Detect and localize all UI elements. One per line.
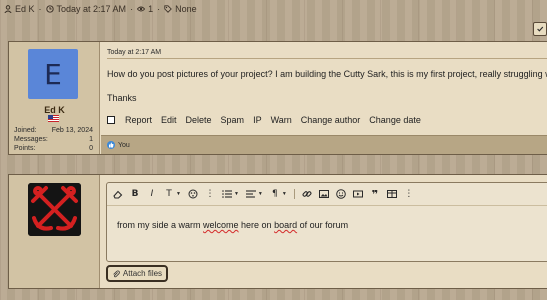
user-stats: Joined: Feb 13, 2024 Messages: 1 Points: 0 <box>14 126 93 153</box>
report-link[interactable]: Report <box>125 115 152 125</box>
avatar[interactable]: E <box>28 49 78 99</box>
text-color-icon[interactable] <box>188 189 198 199</box>
meta-date[interactable]: Today at 2:17 AM <box>57 4 127 14</box>
meta-views: 1 <box>148 4 154 14</box>
bold-icon[interactable]: B <box>130 189 140 199</box>
list-icon[interactable] <box>222 189 232 199</box>
spam-link[interactable]: Spam <box>221 115 245 125</box>
image-icon[interactable] <box>318 189 329 199</box>
avatar[interactable] <box>28 183 81 236</box>
attach-files-label: Attach files <box>122 269 163 278</box>
post-body: How do you post pictures of your project… <box>107 69 547 79</box>
user-icon <box>4 5 12 13</box>
clock-icon <box>45 5 54 13</box>
chevron-down-icon[interactable]: ▼ <box>234 191 239 197</box>
eye-icon <box>137 6 146 12</box>
stat-joined: Joined: Feb 13, 2024 <box>14 127 93 134</box>
editor-toolbar: B I T ▼ ⋮ ▼ ▼ ¶ ▼ ❞ ⋮ <box>107 183 547 206</box>
like-icon <box>107 141 115 149</box>
media-icon[interactable] <box>352 189 363 199</box>
thread-meta: Ed K · Today at 2:17 AM · 1 · None <box>4 3 197 15</box>
divider <box>107 58 547 59</box>
attach-files-button[interactable]: Attach files <box>106 265 168 282</box>
reply-content: B I T ▼ ⋮ ▼ ▼ ¶ ▼ ❞ ⋮ from my side a war… <box>101 175 547 288</box>
toolbar-divider <box>293 189 295 199</box>
us-flag-icon <box>48 115 59 122</box>
reaction-list[interactable]: You <box>118 142 130 149</box>
paragraph-icon[interactable]: ¶ <box>270 189 280 199</box>
quick-reply: B I T ▼ ⋮ ▼ ▼ ¶ ▼ ❞ ⋮ from my side a war… <box>8 174 547 289</box>
username[interactable]: Ed K <box>9 105 100 115</box>
meta-separator: · <box>38 4 42 14</box>
more-options-icon[interactable]: ⋮ <box>205 189 215 199</box>
stat-messages: Messages: 1 <box>14 136 93 143</box>
reply-editor[interactable]: B I T ▼ ⋮ ▼ ▼ ¶ ▼ ❞ ⋮ from my side a war… <box>106 182 547 262</box>
more-options-icon[interactable]: ⋮ <box>404 189 414 199</box>
align-icon[interactable] <box>245 189 256 199</box>
delete-link[interactable]: Delete <box>186 115 212 125</box>
chevron-down-icon[interactable]: ▼ <box>176 191 181 197</box>
draft-text: here on <box>238 220 275 230</box>
paperclip-icon <box>113 269 120 277</box>
reactions-bar: You <box>101 135 547 154</box>
chevron-down-icon[interactable]: ▼ <box>282 191 287 197</box>
post-content: Today at 2:17 AM How do you post picture… <box>101 42 547 154</box>
ip-link[interactable]: IP <box>253 115 262 125</box>
stat-points: Points: 0 <box>14 145 93 152</box>
editor-content[interactable]: from my side a warm welcome here on boar… <box>117 220 348 230</box>
post-actions: Report Edit Delete Spam IP Warn Change a… <box>107 115 421 125</box>
warn-link[interactable]: Warn <box>271 115 292 125</box>
table-icon[interactable] <box>386 189 397 199</box>
spellcheck-word[interactable]: board <box>274 220 297 230</box>
meta-author[interactable]: Ed K <box>15 4 35 14</box>
tag-icon <box>164 5 172 13</box>
text-size-icon[interactable]: T <box>164 189 174 199</box>
reply-user-info <box>9 175 100 288</box>
emoji-icon[interactable] <box>336 189 346 199</box>
italic-icon[interactable]: I <box>147 189 157 199</box>
draft-text: from my side a warm <box>117 220 204 230</box>
check-icon <box>537 26 544 32</box>
select-thread-button[interactable] <box>533 22 547 36</box>
change-author-link[interactable]: Change author <box>301 115 361 125</box>
post-signoff: Thanks <box>107 93 137 103</box>
eraser-icon[interactable] <box>113 189 123 199</box>
crossed-anchors-icon <box>28 183 81 236</box>
meta-separator: · <box>157 4 161 14</box>
spellcheck-word[interactable]: welcome <box>203 220 239 230</box>
post-user-info: E Ed K Joined: Feb 13, 2024 Messages: 1 Po… <box>9 42 100 154</box>
meta-separator: · <box>130 4 134 14</box>
chevron-down-icon[interactable]: ▼ <box>258 191 263 197</box>
select-post-checkbox[interactable] <box>107 116 115 124</box>
link-icon[interactable] <box>302 189 312 199</box>
quote-icon[interactable]: ❞ <box>370 188 380 201</box>
post-timestamp[interactable]: Today at 2:17 AM <box>107 49 161 56</box>
edit-link[interactable]: Edit <box>161 115 177 125</box>
meta-tags: None <box>175 4 197 14</box>
post-message: E Ed K Joined: Feb 13, 2024 Messages: 1 Po… <box>8 41 547 155</box>
draft-text: of our forum <box>297 220 349 230</box>
change-date-link[interactable]: Change date <box>369 115 421 125</box>
